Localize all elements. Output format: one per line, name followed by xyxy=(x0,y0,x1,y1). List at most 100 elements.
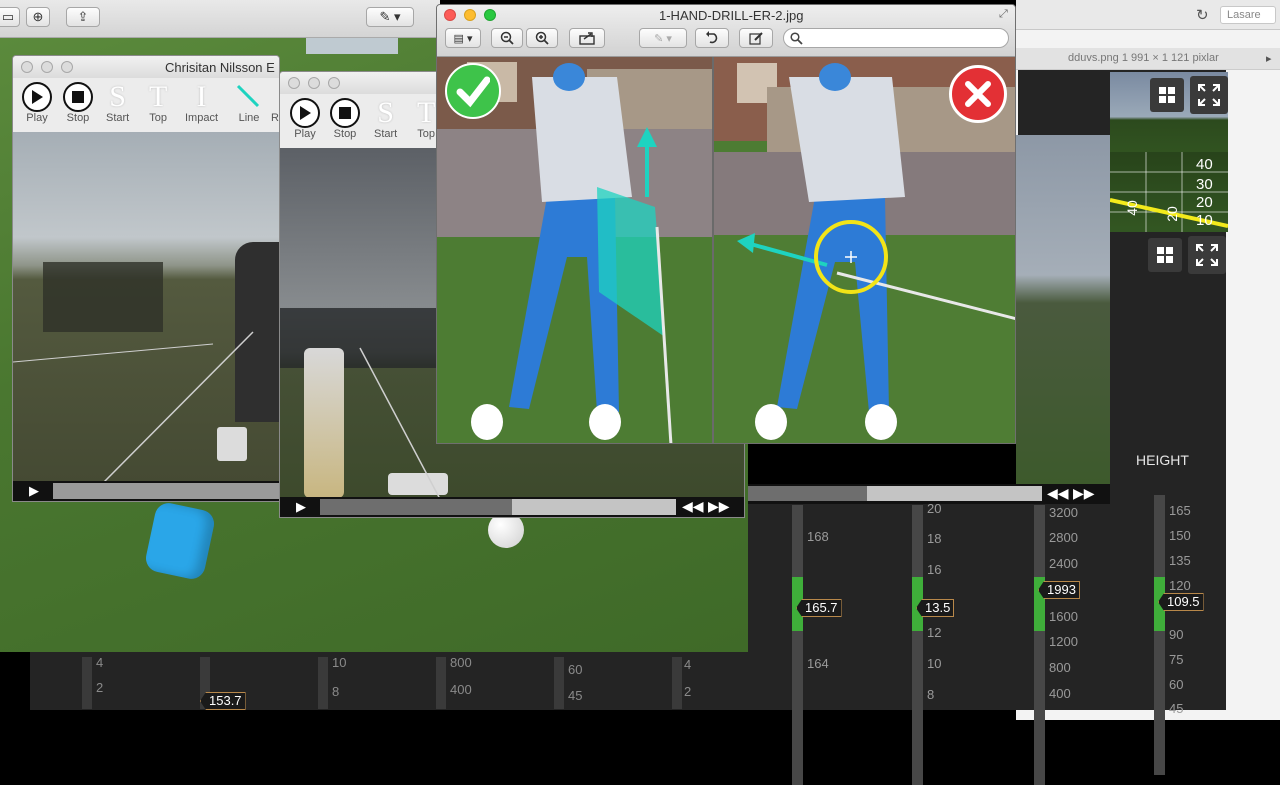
grid-view-button-2[interactable] xyxy=(1148,238,1182,272)
sidebar-menu-button[interactable]: ▤ ▾ xyxy=(445,28,481,48)
drill-photo xyxy=(437,57,1015,443)
scale-tick: 168 xyxy=(807,529,829,544)
rotate-button[interactable] xyxy=(695,28,729,48)
play-icon[interactable]: ▶ xyxy=(296,499,306,515)
step-forward-icon[interactable]: ▶▶ xyxy=(1073,485,1095,502)
timeline-slider[interactable] xyxy=(867,486,1042,501)
checkmark-icon xyxy=(456,76,490,108)
window-title: Chrisitan Nilsson E I6.avi xyxy=(165,60,279,75)
annotate-menu[interactable]: ✎ ▾ xyxy=(366,7,414,27)
mini-tick: 10 xyxy=(1196,212,1213,229)
video-controls-1: ▶ xyxy=(13,481,279,501)
share-icon xyxy=(579,32,595,45)
bottom-tick: 800 xyxy=(450,655,472,670)
reload-icon[interactable]: ↻ xyxy=(1196,6,1209,24)
rotate-icon xyxy=(706,31,718,44)
annotate-menu-button[interactable]: ✎ ▾ xyxy=(639,28,687,48)
share-button[interactable]: ⇪ xyxy=(66,7,100,27)
share-button[interactable] xyxy=(569,28,605,48)
scale-tick: 150 xyxy=(1169,528,1191,543)
scale-value: 1993 xyxy=(1038,581,1080,599)
timeline-slider[interactable] xyxy=(53,483,279,499)
minimize-button[interactable] xyxy=(308,77,320,89)
line-icon xyxy=(236,84,260,108)
play-tool[interactable]: Play xyxy=(22,82,52,124)
step-back-icon[interactable]: ◀◀ xyxy=(682,498,704,515)
zoom-in-button[interactable]: ⊕ xyxy=(26,7,50,27)
bottom-tick: 2 xyxy=(96,680,104,695)
start-marker-tool[interactable]: S Start xyxy=(106,82,129,125)
stop-tool[interactable]: Stop xyxy=(63,82,93,124)
stop-tool[interactable]: Stop xyxy=(330,98,360,140)
scale-tick: 60 xyxy=(1169,677,1184,692)
search-icon xyxy=(790,32,803,45)
scale-tick: 90 xyxy=(1169,627,1184,642)
bottom-rail xyxy=(672,657,682,709)
top-marker-tool[interactable]: T Top xyxy=(149,80,168,125)
line-tool[interactable]: Line xyxy=(234,82,264,124)
minimize-button[interactable] xyxy=(41,61,53,73)
start-marker-tool[interactable]: S Start xyxy=(374,96,397,141)
fullscreen-icon[interactable]: ⤢ xyxy=(999,8,1008,21)
measure-scale-4: 165 150 135 120 90 75 60 45 109.5 xyxy=(1154,495,1274,775)
play-icon[interactable]: ▶ xyxy=(29,483,39,499)
mini-axis-label: 40 xyxy=(1123,200,1140,216)
scroll-right-icon[interactable]: ▸ xyxy=(1266,52,1272,65)
zoom-in-icon xyxy=(535,31,549,45)
play-tool[interactable]: Play xyxy=(290,98,320,140)
zoom-out-button[interactable]: ▭ xyxy=(0,7,20,27)
step-forward-icon[interactable]: ▶▶ xyxy=(708,498,730,515)
expand-icon xyxy=(1198,84,1220,106)
grid-icon xyxy=(1159,87,1175,103)
impact-marker-tool[interactable]: I Impact xyxy=(185,82,218,125)
fullscreen-button-2[interactable] xyxy=(1188,236,1226,274)
top-icon: T xyxy=(149,80,168,113)
fullscreen-button[interactable] xyxy=(1190,76,1228,114)
cross-badge xyxy=(949,65,1007,123)
timeline-slider[interactable] xyxy=(320,499,512,515)
video-window-1: Chrisitan Nilsson E I6.avi Play Stop S S… xyxy=(12,55,280,502)
close-button[interactable] xyxy=(288,77,300,89)
bottom-tick: 10 xyxy=(332,655,347,670)
bottom-rail xyxy=(318,657,328,709)
close-button[interactable] xyxy=(444,9,456,21)
bottom-rail xyxy=(436,657,446,709)
lasare-field[interactable]: Lasare xyxy=(1220,6,1276,24)
bottom-rail xyxy=(554,657,564,709)
scale-tick: 2400 xyxy=(1049,556,1078,571)
bottom-tick: 2 xyxy=(684,684,692,699)
video-frame-1 xyxy=(13,132,279,483)
play-icon xyxy=(300,106,311,120)
left-golfer-torso xyxy=(532,77,632,202)
grid-view-button[interactable] xyxy=(1150,78,1184,112)
mini-tick: 30 xyxy=(1196,176,1213,193)
scale-tick: 800 xyxy=(1049,660,1071,675)
zoom-out-button[interactable] xyxy=(491,28,523,48)
zoom-button[interactable] xyxy=(484,9,496,21)
zoom-in-button[interactable] xyxy=(526,28,558,48)
mini-tick: 20 xyxy=(1196,194,1213,211)
bottom-value-tag: 153.7 xyxy=(200,692,246,710)
scale-tick: 18 xyxy=(927,531,942,546)
bottom-tick: 45 xyxy=(568,688,583,703)
scale-tick: 3200 xyxy=(1049,505,1078,520)
top-marker-tool[interactable]: T Top xyxy=(417,96,436,141)
step-back-icon[interactable]: ◀◀ xyxy=(1047,485,1069,502)
scale-tick: 12 xyxy=(927,625,942,640)
start-icon: S xyxy=(377,96,394,129)
image-info-text: dduvs.png 1 991 × 1 121 pixlar xyxy=(1068,52,1219,64)
bottom-rail xyxy=(82,657,92,709)
zoom-button[interactable] xyxy=(61,61,73,73)
minimize-button[interactable] xyxy=(464,9,476,21)
zoom-button[interactable] xyxy=(328,77,340,89)
scale-tick: 16 xyxy=(927,562,942,577)
search-field[interactable] xyxy=(783,28,1009,48)
grid-icon xyxy=(1157,247,1173,263)
mini-tick: 40 xyxy=(1196,156,1213,173)
edit-button[interactable] xyxy=(739,28,773,48)
tool-label: Stop xyxy=(333,128,357,140)
window-title: 1-HAND-DRILL-ER-2.jpg xyxy=(659,8,804,23)
close-button[interactable] xyxy=(21,61,33,73)
tool-label: Stop xyxy=(66,112,90,124)
top-icon: T xyxy=(417,96,436,129)
